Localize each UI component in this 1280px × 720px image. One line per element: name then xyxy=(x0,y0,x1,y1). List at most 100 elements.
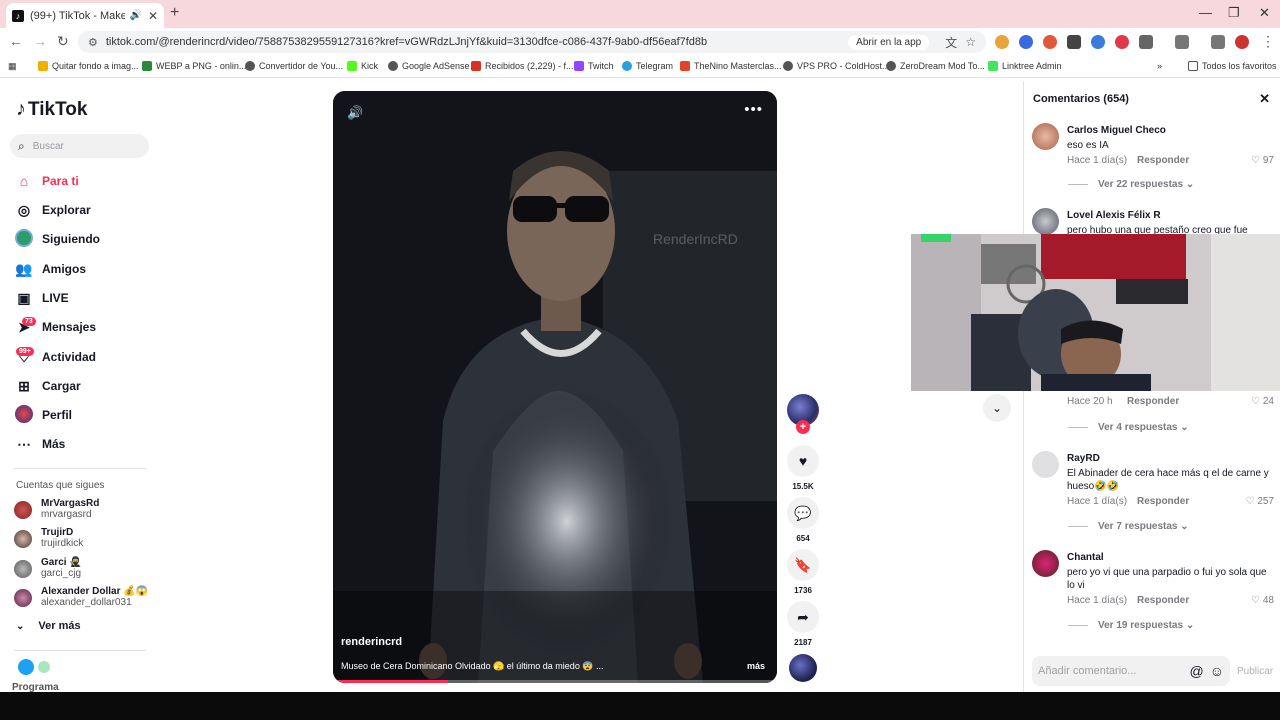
nav-item-amigos[interactable]: 👥 Amigos xyxy=(14,258,154,280)
bookmark-item[interactable]: ZeroDream Mod To... xyxy=(886,61,985,71)
view-replies-button[interactable]: Ver 4 respuestas ⌄ xyxy=(1068,422,1189,433)
nav-item-actividad[interactable]: ♡ Actividad xyxy=(14,346,154,368)
volume-icon[interactable]: 🔊 xyxy=(347,105,363,121)
tab-close-icon[interactable]: ✕ xyxy=(148,9,158,23)
comment-like-button[interactable]: ♡ 48 xyxy=(1251,595,1274,606)
nav-item-para-ti[interactable]: ⌂ Para ti xyxy=(14,170,154,192)
bookmark-star-icon[interactable]: ☆ xyxy=(965,35,976,49)
like-button[interactable]: ♥ 15.5K xyxy=(787,445,819,491)
translate-icon[interactable]: 文 xyxy=(945,34,957,51)
search-input[interactable]: ⌕ Buscar xyxy=(10,134,149,158)
video-player[interactable]: 🔊 ••• RenderIncRD renderincrd Museo de C… xyxy=(333,91,777,683)
window-close-icon[interactable]: ✕ xyxy=(1259,5,1270,21)
minimize-icon[interactable]: — xyxy=(1199,5,1212,20)
following-account[interactable]: Garci 🥷 garci_cjg xyxy=(14,556,154,582)
cast-icon[interactable] xyxy=(1175,35,1189,49)
view-replies-button[interactable]: Ver 19 respuestas ⌄ xyxy=(1068,620,1194,631)
open-in-app-button[interactable]: Abrir en la app xyxy=(848,34,930,50)
publish-button[interactable]: Publicar xyxy=(1237,666,1273,677)
comment-user[interactable]: RayRD xyxy=(1067,453,1100,464)
comment-like-button[interactable]: ♡ 97 xyxy=(1251,155,1274,166)
view-replies-button[interactable]: Ver 22 respuestas ⌄ xyxy=(1068,179,1194,190)
bookmark-item[interactable]: Convertidor de You... xyxy=(245,61,343,71)
following-account[interactable]: MrVargasRd mrvargasrd xyxy=(14,497,154,523)
next-video-chevron-down-icon[interactable]: ⌄ xyxy=(983,394,1011,422)
comment-like-button[interactable]: ♡ 24 xyxy=(1251,396,1274,407)
bookmark-item[interactable]: WEBP a PNG - onlin... xyxy=(142,61,246,71)
video-progress-bar[interactable] xyxy=(333,680,777,683)
video-author[interactable]: renderincrd xyxy=(341,636,402,648)
new-tab-button[interactable]: + xyxy=(170,4,179,22)
reply-button[interactable]: Responder xyxy=(1137,496,1189,507)
site-info-icon[interactable]: ⚙ xyxy=(88,36,98,49)
bookmark-item[interactable]: Quitar fondo a imag... xyxy=(38,61,139,71)
avatar[interactable] xyxy=(1032,123,1059,150)
close-icon[interactable]: ✕ xyxy=(1259,91,1270,107)
bookmarks-overflow-icon[interactable]: » xyxy=(1157,61,1162,71)
tiktok-logo[interactable]: ♪ TikTok xyxy=(16,98,87,121)
save-button[interactable]: 🔖 1736 xyxy=(787,549,819,595)
bookmark-item[interactable]: VPS PRO - ColdHost... xyxy=(783,61,890,71)
see-more-button[interactable]: ⌄ Ver más xyxy=(16,620,81,632)
comment-like-button[interactable]: ♡ 257 xyxy=(1246,496,1274,507)
bookmark-favicon-icon xyxy=(388,61,398,71)
app-promo-icon[interactable] xyxy=(38,661,50,673)
bookmark-item[interactable]: Kick xyxy=(347,61,378,71)
follow-plus-icon[interactable]: + xyxy=(796,420,810,434)
restore-icon[interactable]: ❐ xyxy=(1228,5,1240,21)
nav-item-explorar[interactable]: ◎ Explorar xyxy=(14,199,154,221)
share-button[interactable]: ➦ 2187 xyxy=(787,601,819,647)
nav-item-perfil[interactable]: Perfil xyxy=(14,404,154,426)
video-more-options-icon[interactable]: ••• xyxy=(744,101,763,118)
emoji-icon[interactable]: ☺ xyxy=(1210,663,1224,679)
extensions-puzzle-icon[interactable] xyxy=(1139,35,1153,49)
description-more-button[interactable]: más xyxy=(747,661,765,671)
comment-button[interactable]: 💬 654 xyxy=(787,497,819,543)
bookmark-item[interactable]: Telegram xyxy=(622,61,673,71)
extension-icon[interactable] xyxy=(1019,35,1033,49)
tab-audio-icon[interactable]: 🔊 xyxy=(129,10,141,21)
bookmark-item[interactable]: Recibidos (2,229) - f... xyxy=(471,61,574,71)
url-bar[interactable]: ⚙ tiktok.com/@renderincrd/video/75887538… xyxy=(78,31,986,53)
comment-user[interactable]: Lovel Alexis Félix R xyxy=(1067,210,1161,221)
mention-icon[interactable]: @ xyxy=(1189,663,1203,679)
reply-button[interactable]: Responder xyxy=(1137,595,1189,606)
music-disc-icon[interactable] xyxy=(789,654,817,682)
comment-user[interactable]: Carlos Miguel Checo xyxy=(1067,125,1166,136)
bookmark-item[interactable]: Twitch xyxy=(574,61,614,71)
profile-avatar-icon[interactable] xyxy=(1235,35,1249,49)
forward-icon[interactable]: → xyxy=(33,33,47,49)
extension-icon[interactable] xyxy=(1115,35,1129,49)
bookmark-favicon-icon xyxy=(142,61,152,71)
extension-icon[interactable] xyxy=(995,35,1009,49)
app-promo-icon[interactable] xyxy=(18,659,34,675)
browser-tab[interactable]: ♪ (99+) TikTok - Make Your Da 🔊 ✕ xyxy=(6,3,164,28)
all-favorites-folder[interactable]: Todos los favoritos xyxy=(1188,61,1277,71)
media-control-icon[interactable] xyxy=(1211,35,1225,49)
nav-item-live[interactable]: ▣ LIVE xyxy=(14,287,154,309)
nav-item-siguiendo[interactable]: Siguiendo xyxy=(14,228,154,250)
comment-input[interactable]: Añadir comentario... @ ☺ xyxy=(1032,656,1230,686)
nav-item-mas[interactable]: ⋯ Más xyxy=(14,433,154,455)
url-text[interactable]: tiktok.com/@renderincrd/video/7588753829… xyxy=(106,36,848,48)
avatar[interactable] xyxy=(1032,451,1059,478)
bookmark-item[interactable]: Google AdSense xyxy=(388,61,470,71)
reply-button[interactable]: Responder xyxy=(1127,396,1179,407)
following-account[interactable]: TrujirD trujirdkick xyxy=(14,526,154,552)
reply-button[interactable]: Responder xyxy=(1137,155,1189,166)
view-replies-button[interactable]: Ver 7 respuestas ⌄ xyxy=(1068,521,1189,532)
avatar[interactable] xyxy=(1032,208,1059,235)
apps-grid-icon[interactable]: ▦ xyxy=(8,61,17,72)
bookmark-item[interactable]: TheNino Masterclas... xyxy=(680,61,782,71)
avatar[interactable] xyxy=(1032,550,1059,577)
extension-icon[interactable] xyxy=(1091,35,1105,49)
browser-menu-icon[interactable]: ⋮ xyxy=(1261,33,1275,50)
reload-icon[interactable]: ↻ xyxy=(57,33,69,50)
following-account[interactable]: Alexander Dollar 💰😱 alexander_dollar031 xyxy=(14,585,154,611)
bookmark-item[interactable]: Linktree Admin xyxy=(988,61,1062,71)
extension-icon[interactable] xyxy=(1043,35,1057,49)
nav-item-cargar[interactable]: ⊞ Cargar xyxy=(14,375,154,397)
back-icon[interactable]: ← xyxy=(9,33,23,49)
extension-icon[interactable] xyxy=(1067,35,1081,49)
comment-user[interactable]: Chantal xyxy=(1067,552,1104,563)
